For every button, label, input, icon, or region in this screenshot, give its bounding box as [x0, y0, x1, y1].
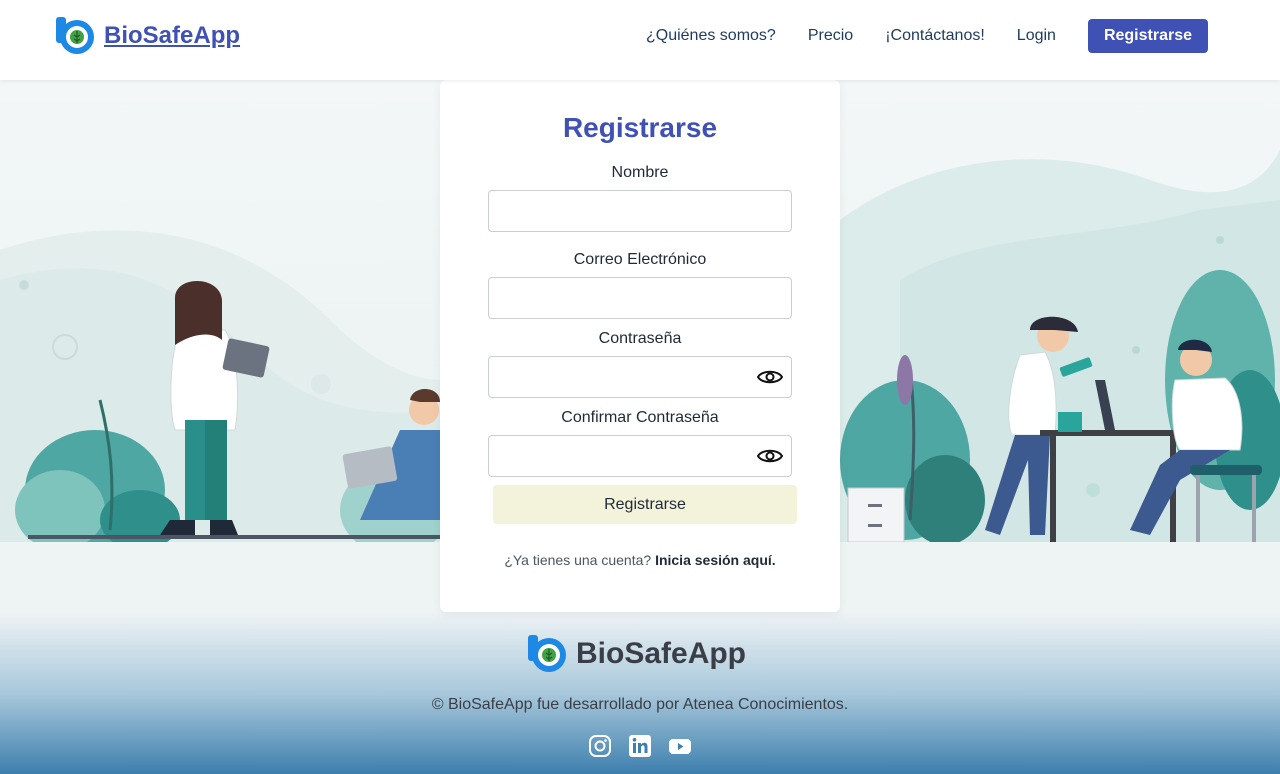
nav-login-link[interactable]: Login [1017, 19, 1056, 53]
password-label: Contraseña [598, 330, 682, 347]
nav-about-link[interactable]: ¿Quiénes somos? [646, 19, 776, 53]
confirm-password-input[interactable] [488, 435, 792, 477]
footer: BioSafeApp © BioSafeApp fue desarrollado… [0, 612, 1280, 774]
login-prompt: ¿Ya tienes una cuenta? Inicia sesión aqu… [440, 552, 840, 568]
nav-pricing-link[interactable]: Precio [808, 19, 853, 53]
email-input[interactable] [488, 277, 792, 319]
main-nav: ¿Quiénes somos? Precio ¡Contáctanos! Log… [614, 19, 1208, 53]
brand-link[interactable]: BioSafeApp [56, 16, 240, 56]
nav-register-button[interactable]: Registrarse [1087, 19, 1208, 53]
name-label: Nombre [611, 164, 669, 181]
form-title: Registrarse [562, 112, 718, 143]
top-navbar: BioSafeApp ¿Quiénes somos? Precio ¡Contá… [0, 0, 1280, 80]
have-account-text: ¿Ya tienes una cuenta? [504, 552, 652, 568]
show-confirm-password-eye-icon[interactable] [757, 447, 783, 465]
footer-biosafe-logo-icon [528, 635, 566, 672]
linkedin-icon[interactable] [628, 734, 652, 758]
register-card: Registrarse Nombre Correo Electrónico Co… [440, 80, 840, 612]
email-label: Correo Electrónico [573, 251, 707, 268]
register-submit-button[interactable]: Registrarse [493, 485, 797, 524]
name-input[interactable] [488, 190, 792, 232]
footer-brand: BioSafeApp [528, 634, 746, 674]
nav-contact-link[interactable]: ¡Contáctanos! [885, 19, 985, 53]
brand-name: BioSafeApp [104, 22, 241, 49]
show-password-eye-icon[interactable] [757, 368, 783, 386]
footer-brand-name: BioSafeApp [576, 637, 747, 670]
instagram-icon[interactable] [588, 734, 612, 758]
biosafe-logo-icon [56, 17, 94, 54]
footer-copyright: © BioSafeApp fue desarrollado por Atenea… [431, 696, 849, 713]
social-links [588, 734, 692, 758]
login-here-link[interactable]: Inicia sesión aquí. [655, 552, 776, 568]
youtube-icon[interactable] [668, 734, 692, 758]
password-input[interactable] [488, 356, 792, 398]
confirm-password-label: Confirmar Contraseña [561, 409, 719, 426]
